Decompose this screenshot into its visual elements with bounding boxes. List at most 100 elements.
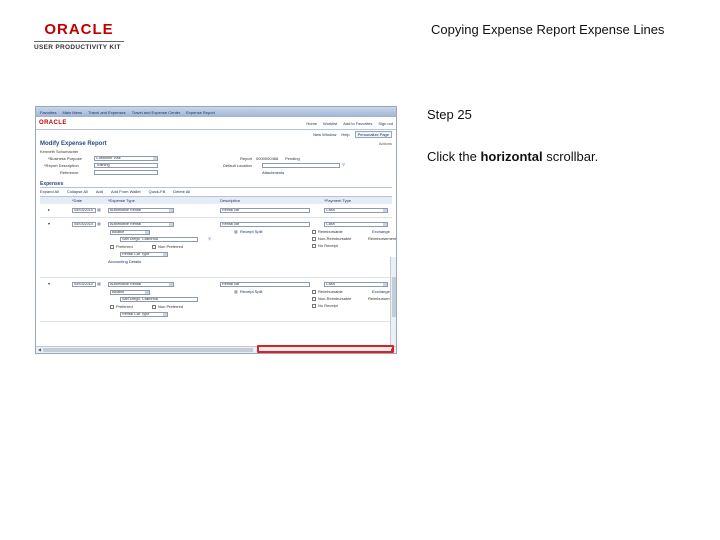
no-receipt-label: No Receipt <box>318 303 338 308</box>
payment-type-select[interactable]: Cash <box>324 208 388 213</box>
description-input[interactable]: Rental car <box>220 222 310 227</box>
non-preferred-radio[interactable] <box>152 245 156 249</box>
receipt-icon[interactable]: ▦ <box>234 290 238 294</box>
step-instruction: Click the horizontal scrollbar. <box>427 149 598 164</box>
calendar-icon[interactable]: ▦ <box>97 282 101 286</box>
upk-wordmark: USER PRODUCTIVITY KIT <box>34 44 121 51</box>
preferred-label: Preferred <box>116 304 133 309</box>
exchange-link[interactable]: Exchange <box>372 289 390 294</box>
nav-expense-report[interactable]: Expense Report <box>186 110 215 115</box>
date-column-header: *Date <box>72 198 83 203</box>
no-receipt-checkbox[interactable] <box>312 304 316 308</box>
preferred-radio[interactable] <box>110 305 114 309</box>
actions-link[interactable]: Actions <box>379 141 392 147</box>
transaction-location-input[interactable]: San Diego, California <box>120 237 198 242</box>
sign-out-link[interactable]: Sign out <box>378 121 393 126</box>
default-location-label: Default Location <box>223 163 252 168</box>
billing-type-select[interactable]: Billable <box>110 230 150 235</box>
receipt-icon[interactable]: ▦ <box>234 230 238 234</box>
app-brand-bar: ORACLE Home Worklist Add to Favorites Si… <box>36 117 396 130</box>
expense-type-column-header: *Expense Type <box>108 198 135 203</box>
nav-travel-expenses[interactable]: Travel and Expenses <box>88 110 125 115</box>
action-highlight-box <box>257 345 394 353</box>
home-link[interactable]: Home <box>306 121 317 126</box>
date-input[interactable]: 05/03/2010 <box>72 222 96 227</box>
expense-type-select[interactable]: Automobile Rental <box>108 208 174 213</box>
nav-breadcrumb: Favorites Main Menu Travel and Expenses … <box>36 107 396 117</box>
receipt-split-link[interactable]: Receipt Split <box>240 229 262 234</box>
nav-favorites[interactable]: Favorites <box>40 110 56 115</box>
default-location-input[interactable] <box>262 163 340 168</box>
business-purpose-label: *Business Purpose <box>48 156 82 161</box>
logo-divider <box>34 41 124 42</box>
quick-fill-link[interactable]: Quick-Fill <box>149 189 166 194</box>
help-link[interactable]: Help <box>341 132 349 137</box>
add-favorites-link[interactable]: Add to Favorites <box>343 121 372 126</box>
calendar-icon[interactable]: ▦ <box>97 222 101 226</box>
collapse-all-link[interactable]: Collapse All <box>67 189 88 194</box>
attachments-link[interactable]: Attachments <box>262 170 284 175</box>
description-input[interactable]: Rental car <box>220 282 310 287</box>
oracle-upk-logo: ORACLE USER PRODUCTIVITY KIT <box>34 22 124 51</box>
reimbursement-label: Reimbursement <box>368 236 397 241</box>
row-expand-icon[interactable]: ▸ <box>48 207 50 212</box>
report-header-fields: Kenneth Schumacher *Business Purpose Cus… <box>40 149 392 179</box>
location-lookup-icon[interactable]: ⚲ <box>342 163 346 167</box>
non-reimbursable-label: Non-Reimbursable <box>318 236 352 241</box>
expense-type-select[interactable]: Automobile Rental <box>108 222 174 227</box>
application-screenshot: Favorites Main Menu Travel and Expenses … <box>35 106 397 354</box>
calendar-icon[interactable]: ▦ <box>97 208 101 212</box>
expense-type-select[interactable]: Automobile Rental <box>108 282 174 287</box>
date-input[interactable]: 05/03/2010 <box>72 208 96 213</box>
row-collapse-icon[interactable]: ▾ <box>48 281 50 286</box>
business-purpose-select[interactable]: Customer Visit <box>94 156 158 161</box>
non-reimbursable-label: Non-Reimbursable <box>318 296 352 301</box>
add-link[interactable]: Add <box>96 189 103 194</box>
vertical-scrollbar[interactable] <box>390 257 396 349</box>
receipt-split-link[interactable]: Receipt Split <box>240 289 262 294</box>
non-reimbursable-checkbox[interactable] <box>312 237 316 241</box>
delete-all-link[interactable]: Delete All <box>173 189 190 194</box>
nav-main-menu[interactable]: Main Menu <box>62 110 82 115</box>
page-title-row: Modify Expense Report Actions <box>36 139 396 147</box>
reimbursable-checkbox[interactable] <box>312 230 316 234</box>
rental-car-type-select[interactable]: Rental Car Type <box>120 312 168 317</box>
reimbursable-checkbox[interactable] <box>312 290 316 294</box>
payment-type-select[interactable]: Cash <box>324 282 388 287</box>
report-description-input[interactable]: Training <box>94 163 158 168</box>
instruction-prefix: Click the <box>427 149 481 164</box>
exchange-link[interactable]: Exchange <box>372 229 390 234</box>
non-reimbursable-checkbox[interactable] <box>312 297 316 301</box>
nav-travel-expense-center[interactable]: Travel and Expense Center <box>132 110 181 115</box>
billing-type-select[interactable]: Billable <box>110 290 150 295</box>
description-input[interactable]: Rental car <box>220 208 310 213</box>
preferred-label: Preferred <box>116 244 133 249</box>
expand-all-link[interactable]: Expand All <box>40 189 59 194</box>
row-collapse-icon[interactable]: ▾ <box>48 221 50 226</box>
payment-type-select[interactable]: Cash <box>324 222 388 227</box>
non-preferred-radio[interactable] <box>152 305 156 309</box>
instruction-keyword: horizontal <box>480 149 543 164</box>
accounting-details-link[interactable]: Accounting Details <box>108 259 141 264</box>
preferred-radio[interactable] <box>110 245 114 249</box>
horizontal-scrollbar-thumb[interactable] <box>43 348 253 352</box>
transaction-location-input[interactable]: San Diego, California <box>120 297 198 302</box>
report-description-label: *Report Description <box>44 163 79 168</box>
page-title: Modify Expense Report <box>40 141 107 147</box>
expense-actions: Expand All Collapse All Add Add From Wal… <box>40 189 392 194</box>
worklist-link[interactable]: Worklist <box>323 121 337 126</box>
no-receipt-checkbox[interactable] <box>312 244 316 248</box>
new-window-link[interactable]: New Window <box>313 132 336 137</box>
scroll-left-arrow-icon[interactable]: ◀ <box>36 347 43 353</box>
personalize-page-link[interactable]: Personalize Page <box>354 131 392 138</box>
rental-car-type-select[interactable]: Rental Car Type <box>120 252 168 257</box>
add-from-wallet-link[interactable]: Add From Wallet <box>111 189 141 194</box>
location-lookup-icon[interactable]: ⚲ <box>208 237 212 241</box>
date-input[interactable]: 05/03/2010 <box>72 282 96 287</box>
reference-label: Reference <box>60 170 79 175</box>
expense-row: ▸ 05/03/2010 ▦ Automobile Rental Rental … <box>40 204 392 218</box>
reference-input[interactable] <box>94 170 158 175</box>
vertical-scrollbar-thumb[interactable] <box>392 277 396 317</box>
report-id: 0000000468 <box>256 156 279 161</box>
page-utility-bar: New Window Help Personalize Page <box>36 130 396 139</box>
